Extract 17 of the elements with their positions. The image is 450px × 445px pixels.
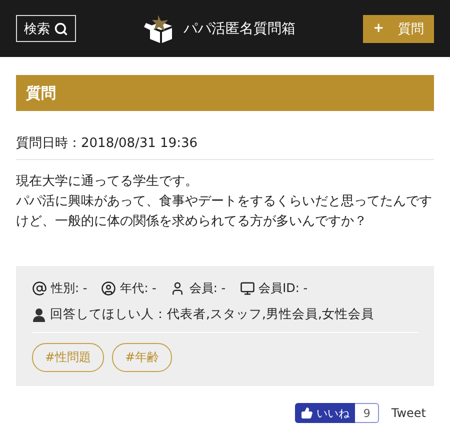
tweet-link[interactable]: Tweet (391, 406, 426, 420)
info-field: 性別: - (32, 280, 88, 297)
question-date: 質問日時：2018/08/31 19:36 (16, 134, 434, 160)
like-button[interactable]: いいね (295, 403, 356, 423)
info-field: 年代: - (101, 280, 156, 297)
info-field: 会員: - (170, 280, 226, 297)
site-title: パパ活匿名質問箱 (184, 20, 296, 38)
question-text: パパ活に興味があって、食事やデートをするくらいだと思ってたんですけど、一般的に体の関係を求められてる方が多いんですか？ (16, 193, 433, 231)
like-count: 9 (355, 403, 380, 423)
question-text: 現在大学に通ってる学生です。 (16, 173, 199, 191)
target-text: 回答してほしい人：代表者,スタッフ,男性会員,女性会員 (50, 306, 374, 323)
search-button[interactable]: 検索 (16, 15, 76, 42)
section-title: 質問 (16, 75, 434, 111)
monitor-icon (240, 281, 255, 296)
thumbs-up-icon (301, 407, 314, 419)
info-field: 会員ID: - (240, 280, 308, 297)
search-icon (54, 22, 68, 36)
